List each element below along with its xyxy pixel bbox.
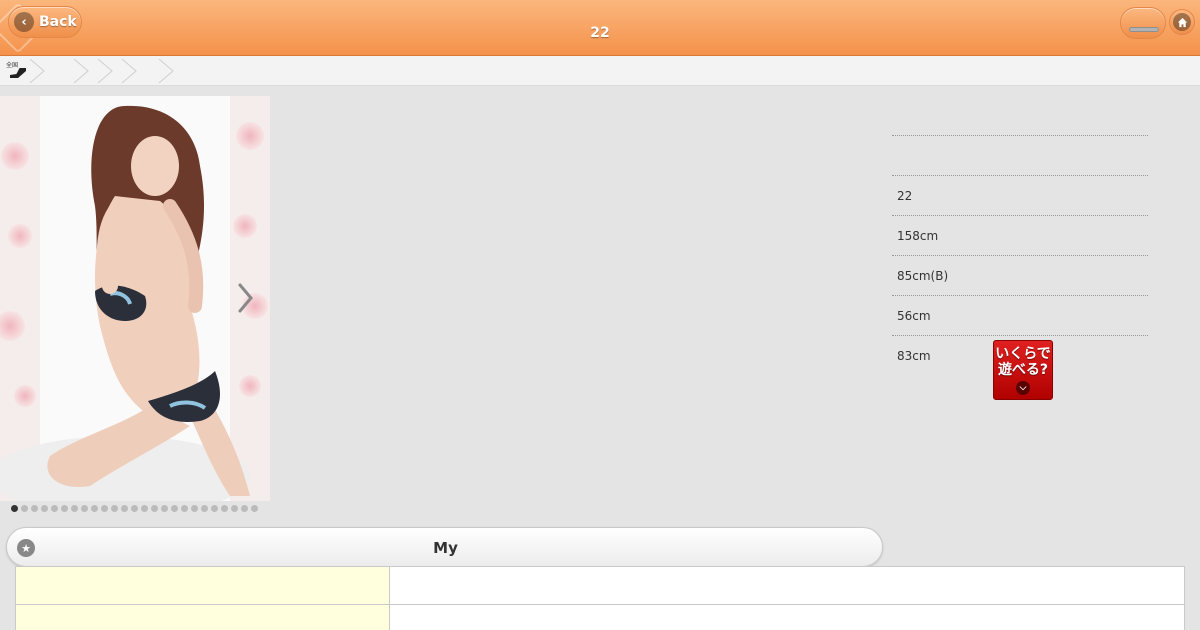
- price-badge-line2: 遊べる?: [997, 362, 1049, 378]
- profile-value: 85cm(B): [897, 268, 949, 283]
- breadcrumb-chevron-icon: [73, 59, 89, 83]
- pagination-dot[interactable]: [251, 505, 258, 512]
- logo-text: 全国: [6, 62, 19, 69]
- profile-row-bust: 85cm(B): [892, 255, 1148, 295]
- home-icon: [1173, 13, 1191, 31]
- profile-row-name: [892, 135, 1148, 175]
- pagination-dot[interactable]: [201, 505, 208, 512]
- breadcrumb-chevron-icon: [29, 59, 45, 83]
- chevron-right-icon[interactable]: [234, 282, 256, 314]
- pagination-dot[interactable]: [21, 505, 28, 512]
- table-row: [15, 604, 1185, 630]
- pagination-dot[interactable]: [171, 505, 178, 512]
- profile-value: 83cm: [897, 348, 931, 363]
- profile-value: 56cm: [897, 308, 931, 323]
- pagination-dot[interactable]: [81, 505, 88, 512]
- pagination-dot[interactable]: [51, 505, 58, 512]
- japan-map-logo[interactable]: 全国: [6, 62, 28, 80]
- pagination-dot[interactable]: [241, 505, 248, 512]
- pagination-dot[interactable]: [151, 505, 158, 512]
- pagination-dot[interactable]: [11, 505, 18, 512]
- pagination-dot[interactable]: [91, 505, 98, 512]
- pagination-dot[interactable]: [221, 505, 228, 512]
- pagination-dot[interactable]: [131, 505, 138, 512]
- pagination-dot[interactable]: [231, 505, 238, 512]
- photo-illustration: [0, 96, 270, 501]
- pagination-dot[interactable]: [141, 505, 148, 512]
- breadcrumb-chevron-icon: [121, 59, 137, 83]
- profile-value: 158cm: [897, 228, 939, 243]
- info-table: [15, 566, 1185, 630]
- photo-pagination[interactable]: [11, 505, 258, 513]
- my-favorite-bar[interactable]: ★ My: [6, 527, 883, 567]
- table-header-cell: [15, 604, 390, 630]
- my-label: My: [433, 539, 458, 557]
- profile-row-waist: 56cm: [892, 295, 1148, 335]
- breadcrumb-chevron-icon: [97, 59, 113, 83]
- table-value-cell: [389, 566, 1185, 605]
- profile-list: 22 158cm 85cm(B) 56cm 83cm: [892, 135, 1148, 375]
- profile-row-age: 22: [892, 175, 1148, 215]
- pagination-dot[interactable]: [211, 505, 218, 512]
- page-title: 22: [590, 25, 610, 41]
- price-check-button[interactable]: いくらで 遊べる? ⌵: [993, 340, 1053, 400]
- menu-button[interactable]: [1120, 7, 1166, 39]
- profile-photo[interactable]: [0, 96, 270, 501]
- profile-value: 22: [897, 188, 913, 203]
- chevron-down-icon: ⌵: [1016, 381, 1030, 395]
- pagination-dot[interactable]: [111, 505, 118, 512]
- pagination-dot[interactable]: [61, 505, 68, 512]
- table-header-cell: [15, 566, 390, 605]
- pagination-dot[interactable]: [41, 505, 48, 512]
- menu-icon: [1129, 27, 1159, 32]
- japan-map-icon: [10, 68, 26, 78]
- pagination-dot[interactable]: [121, 505, 128, 512]
- pagination-dot[interactable]: [31, 505, 38, 512]
- table-row: [15, 566, 1185, 605]
- pagination-dot[interactable]: [71, 505, 78, 512]
- home-button[interactable]: [1169, 9, 1195, 35]
- breadcrumb: 全国: [0, 56, 1200, 86]
- pagination-dot[interactable]: [101, 505, 108, 512]
- pagination-dot[interactable]: [161, 505, 168, 512]
- pagination-dot[interactable]: [191, 505, 198, 512]
- pagination-dot[interactable]: [181, 505, 188, 512]
- table-value-cell: [389, 604, 1185, 630]
- price-badge-line1: いくらで: [995, 346, 1051, 362]
- top-header: ‹ Back 22: [0, 0, 1200, 56]
- profile-row-height: 158cm: [892, 215, 1148, 255]
- breadcrumb-chevron-icon: [158, 59, 174, 83]
